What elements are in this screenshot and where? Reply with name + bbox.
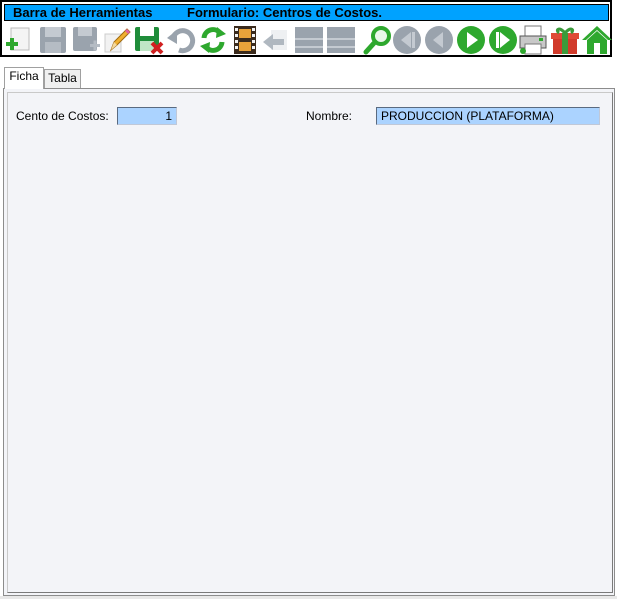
table-button-2[interactable] xyxy=(325,24,357,56)
add-record-button[interactable] xyxy=(4,24,36,56)
film-icon xyxy=(234,26,256,54)
first-record-disabled-icon xyxy=(393,26,421,54)
title-bar: Barra de Herramientas Formulario: Centro… xyxy=(4,4,609,21)
name-label: Nombre: xyxy=(306,109,353,123)
undo-disabled-icon xyxy=(167,28,196,54)
add-record-icon xyxy=(6,27,30,51)
name-field[interactable]: PRODUCCION (PLATAFORMA) xyxy=(376,107,600,125)
save-new-disabled-icon xyxy=(73,27,100,51)
tab-tabla[interactable]: Tabla xyxy=(44,69,81,88)
printer-icon xyxy=(519,25,547,55)
toolbar-name: Barra de Herramientas xyxy=(13,5,153,20)
first-record-button[interactable] xyxy=(391,24,423,56)
home-button[interactable] xyxy=(581,24,613,56)
refresh-icon xyxy=(200,27,226,53)
gift-button[interactable] xyxy=(549,24,581,56)
tab-tabla-label: Tabla xyxy=(48,71,77,85)
previous-record-disabled-icon xyxy=(425,26,453,54)
gift-icon xyxy=(551,27,579,54)
next-record-icon xyxy=(457,26,485,54)
form-panel: Cento de Costos: 1 Nombre: PRODUCCION (P… xyxy=(3,88,615,596)
film-button[interactable] xyxy=(229,24,261,56)
delete-button[interactable] xyxy=(133,24,165,56)
next-record-button[interactable] xyxy=(455,24,487,56)
toolbar-window: Barra de Herramientas Formulario: Centro… xyxy=(0,0,612,57)
form-panel-inner xyxy=(7,92,613,593)
edit-pencil-icon xyxy=(104,28,131,53)
save-button[interactable] xyxy=(37,24,69,56)
last-record-button[interactable] xyxy=(487,24,519,56)
table-disabled-icon xyxy=(295,27,323,53)
last-record-icon xyxy=(489,26,517,54)
form-title: Formulario: Centros de Costos. xyxy=(187,5,383,20)
save-disabled-icon xyxy=(40,27,66,53)
previous-record-button[interactable] xyxy=(423,24,455,56)
edit-button[interactable] xyxy=(101,24,133,56)
cost-center-label: Cento de Costos: xyxy=(16,109,109,123)
table-button[interactable] xyxy=(293,24,325,56)
tab-ficha[interactable]: Ficha xyxy=(4,67,44,89)
tab-ficha-label: Ficha xyxy=(9,69,39,83)
home-icon xyxy=(582,26,612,54)
table-disabled-icon-2 xyxy=(327,27,355,53)
return-button[interactable] xyxy=(261,24,293,56)
undo-button[interactable] xyxy=(165,24,197,56)
delete-save-icon xyxy=(135,27,164,55)
toolbar-buttons xyxy=(4,24,613,56)
print-button[interactable] xyxy=(517,24,549,56)
return-disabled-icon xyxy=(263,30,287,50)
cost-center-field[interactable]: 1 xyxy=(117,107,177,125)
refresh-button[interactable] xyxy=(197,24,229,56)
save-new-button[interactable] xyxy=(70,24,102,56)
